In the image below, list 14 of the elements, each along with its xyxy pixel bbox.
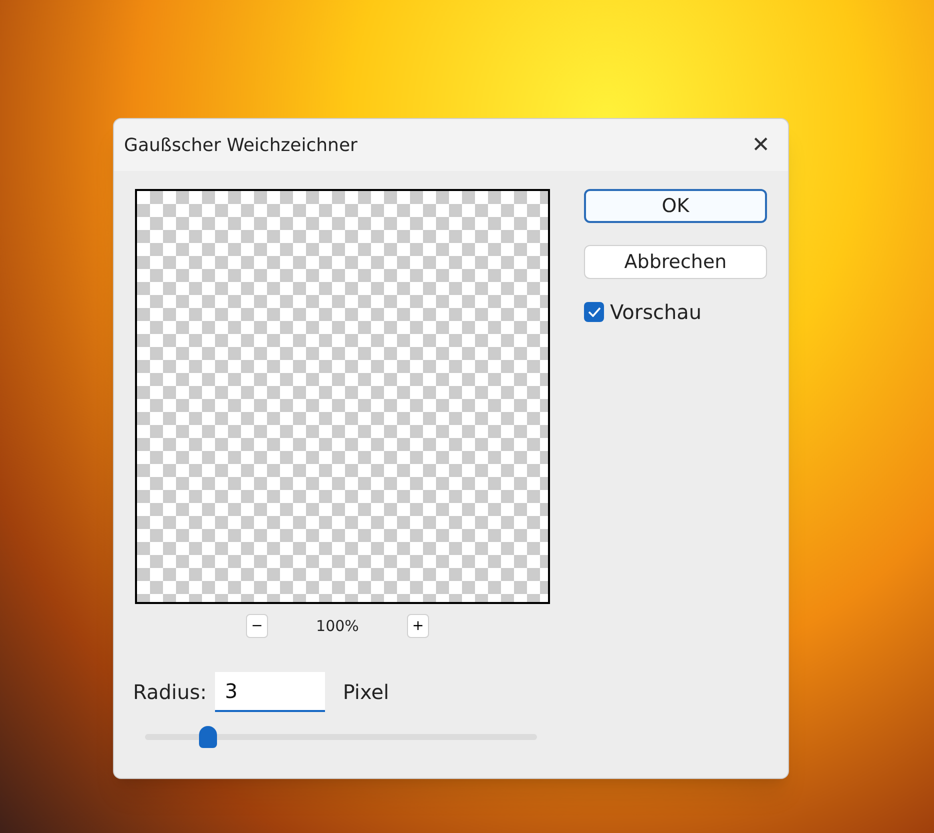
slider-thumb[interactable]: [198, 726, 217, 748]
zoom-out-button[interactable]: −: [246, 614, 268, 638]
unit-label: Pixel: [342, 679, 390, 706]
close-button[interactable]: ✕: [748, 128, 774, 162]
radius-label: Radius:: [133, 679, 207, 706]
ok-button[interactable]: OK: [584, 189, 767, 223]
cancel-button[interactable]: Abbrechen: [584, 245, 767, 279]
zoom-level: 100%: [316, 616, 359, 637]
checkmark-icon: [588, 307, 600, 317]
checkbox-label: Vorschau: [610, 299, 702, 326]
preview-checkbox[interactable]: [584, 302, 604, 322]
window-title: Gaußscher Weichzeichner: [124, 134, 358, 158]
zoom-in-button[interactable]: +: [406, 614, 429, 638]
radius-field[interactable]: 3: [214, 672, 325, 712]
